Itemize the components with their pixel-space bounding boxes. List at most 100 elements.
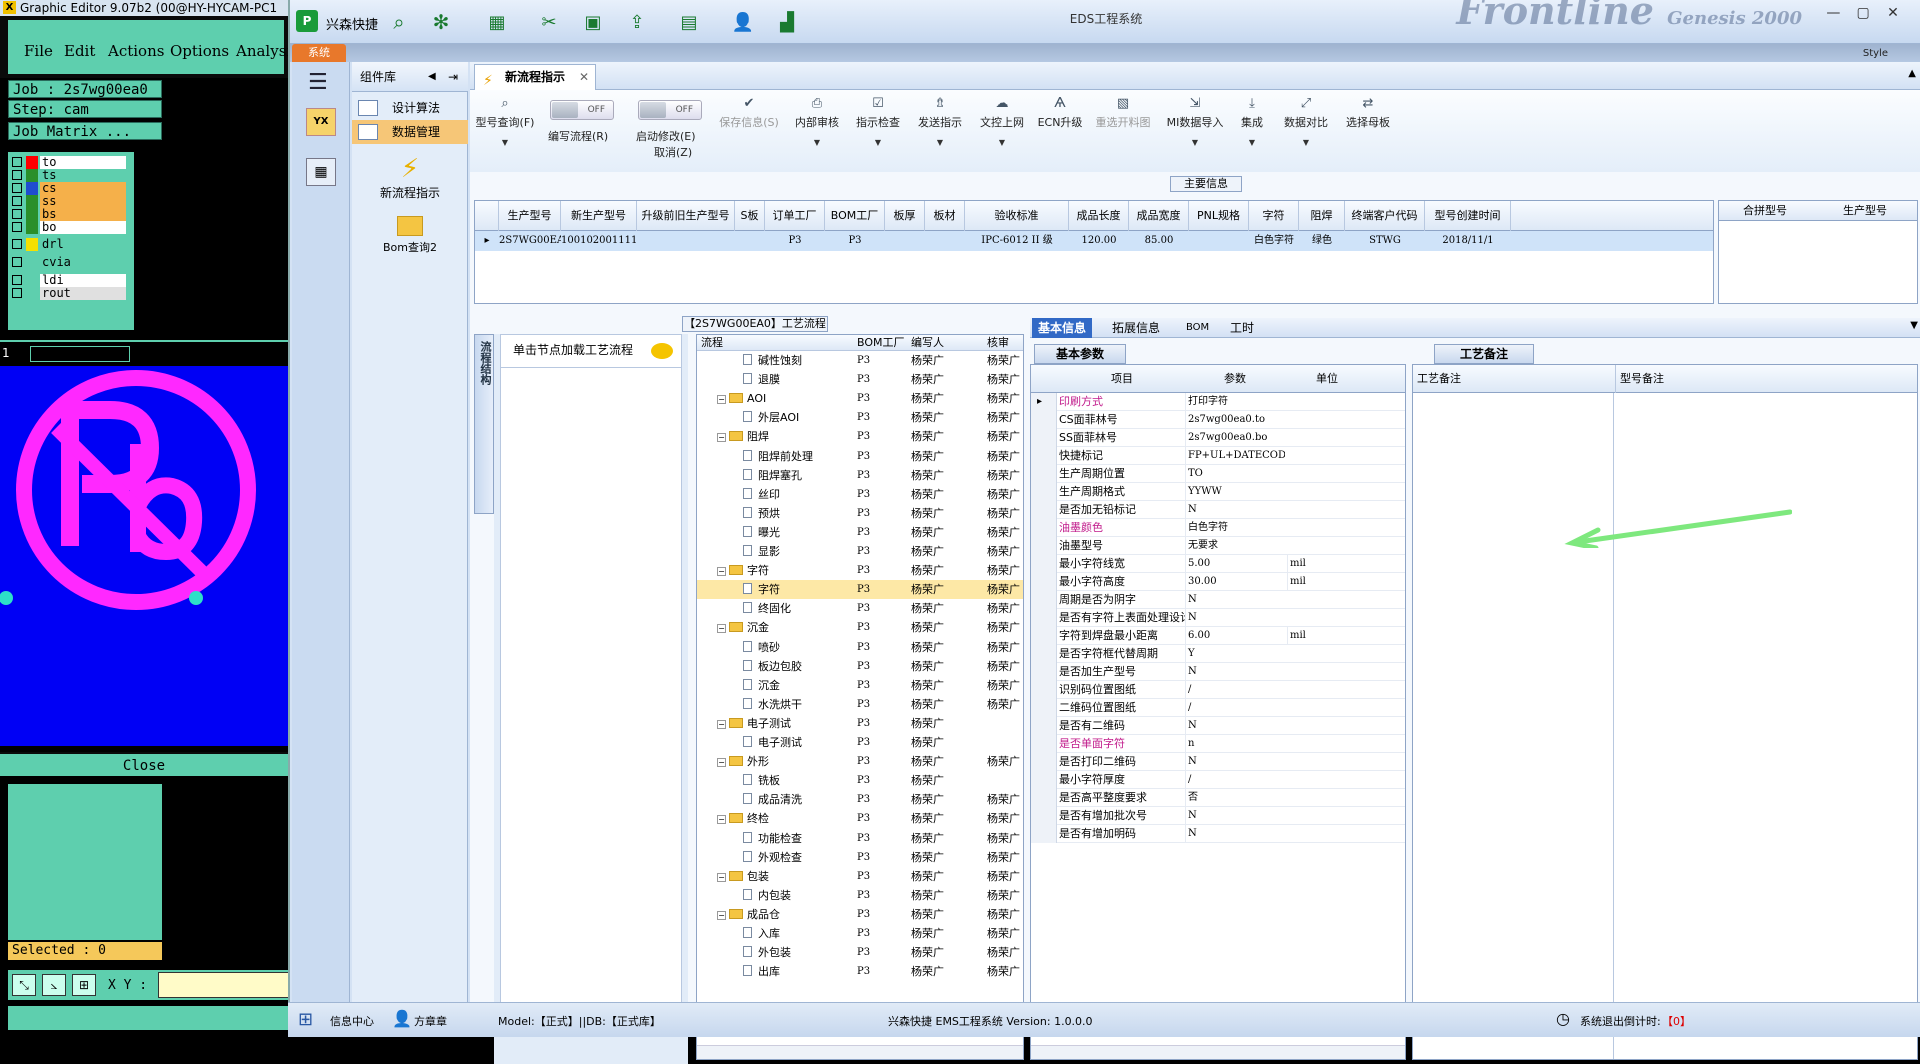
integrate-button[interactable]: ⤓ 集成 ▼ bbox=[1232, 96, 1272, 166]
param-value[interactable]: / bbox=[1185, 699, 1285, 717]
tree-node[interactable]: − 沉金 P3 杨荣广 杨荣广 bbox=[697, 618, 1023, 637]
main-grid-col-header[interactable]: PNL规格 bbox=[1189, 201, 1249, 231]
param-row[interactable]: 油墨型号 无要求 bbox=[1031, 537, 1405, 555]
main-grid-col-header[interactable]: 阻焊 bbox=[1299, 201, 1345, 231]
main-grid-col-header[interactable]: 新生产型号 bbox=[561, 201, 637, 231]
tree-node[interactable]: 曝光 P3 杨荣广 杨荣广 bbox=[697, 523, 1023, 542]
tree-node[interactable]: 显影 P3 杨荣广 杨荣广 bbox=[697, 542, 1023, 561]
xy-input[interactable] bbox=[158, 972, 290, 998]
param-value[interactable]: 2s7wg00ea0.bo bbox=[1185, 429, 1285, 447]
param-value[interactable]: TO bbox=[1185, 465, 1285, 483]
table-row[interactable]: ▸ 2S7WG00EA0100102001111277 P3P3 IPC-6012 I… bbox=[475, 231, 1713, 251]
job-matrix-button[interactable]: Job Matrix ... bbox=[8, 122, 162, 140]
param-row[interactable]: 是否单面字符 n bbox=[1031, 735, 1405, 753]
param-value[interactable]: 否 bbox=[1185, 789, 1285, 807]
tree-node[interactable]: 板边包胶 P3 杨荣广 杨荣广 bbox=[697, 657, 1023, 676]
param-value[interactable]: N bbox=[1185, 591, 1285, 609]
close-button[interactable]: Close bbox=[0, 752, 288, 776]
grid-icon[interactable]: ⊞ bbox=[72, 974, 96, 996]
param-value[interactable]: 白色字符 bbox=[1185, 519, 1285, 537]
param-value[interactable]: N bbox=[1185, 663, 1285, 681]
pin-icon[interactable]: ⇥ bbox=[448, 62, 458, 92]
save-info-button[interactable]: ✔ 保存信息(S) bbox=[714, 96, 784, 166]
process-structure-tab[interactable]: 流程结构 bbox=[474, 334, 494, 514]
minimize-icon[interactable]: — bbox=[1820, 4, 1846, 22]
main-grid-col-header[interactable]: 型号创建时间 bbox=[1425, 201, 1511, 231]
close-tab-icon[interactable]: ✕ bbox=[579, 65, 589, 89]
main-grid-col-header[interactable]: 板厚 bbox=[885, 201, 925, 231]
layer-checkbox[interactable] bbox=[12, 183, 22, 193]
param-row[interactable]: 是否有字符上表面处理设计 N bbox=[1031, 609, 1405, 627]
layer-row[interactable]: ldi bbox=[12, 274, 132, 288]
tree-node[interactable]: 外包装 P3 杨荣广 杨荣广 bbox=[697, 943, 1023, 962]
main-grid-cell[interactable]: STWG bbox=[1345, 231, 1425, 251]
param-row[interactable]: ▸ 印刷方式 打印字符 bbox=[1031, 393, 1405, 411]
check-button[interactable]: ☑ 指示检查 ▼ bbox=[850, 96, 906, 166]
collapse-icon[interactable]: − bbox=[717, 433, 726, 443]
tree-node[interactable]: 字符 P3 杨荣广 杨荣广 bbox=[697, 580, 1023, 600]
menu-options[interactable]: Options bbox=[170, 42, 229, 60]
main-grid-col-header[interactable]: 验收标准 bbox=[965, 201, 1069, 231]
select-mother-board-button[interactable]: ⇄ 选择母板 bbox=[1338, 96, 1398, 166]
param-value[interactable]: 5.00 bbox=[1185, 555, 1285, 573]
compare-button[interactable]: ⤢ 数据对比 ▼ bbox=[1278, 96, 1334, 166]
param-value[interactable]: N bbox=[1185, 807, 1285, 825]
param-value[interactable]: 无要求 bbox=[1185, 537, 1285, 555]
collapse-icon[interactable]: − bbox=[717, 758, 726, 768]
main-grid-cell[interactable] bbox=[925, 231, 965, 251]
collapse-icon[interactable]: − bbox=[717, 624, 726, 634]
collapse-icon[interactable]: − bbox=[717, 567, 726, 577]
main-grid-cell[interactable] bbox=[885, 231, 925, 251]
param-row[interactable]: 是否字符框代替周期 Y bbox=[1031, 645, 1405, 663]
tree-node[interactable]: 阻焊塞孔 P3 杨荣广 杨荣广 bbox=[697, 466, 1023, 485]
param-value[interactable]: 打印字符 bbox=[1185, 393, 1285, 411]
main-grid-col-header[interactable]: 板材 bbox=[925, 201, 965, 231]
param-value[interactable]: FP+UL+DATECODE bbox=[1185, 447, 1285, 465]
tab-bom[interactable]: BOM bbox=[1180, 318, 1215, 338]
main-grid-col-header[interactable]: BOM工厂 bbox=[825, 201, 885, 231]
graphic-canvas[interactable] bbox=[0, 366, 288, 746]
main-grid-cell[interactable]: 100102001111277 bbox=[561, 231, 637, 251]
layer-checkbox[interactable] bbox=[12, 170, 22, 180]
param-row[interactable]: 是否有二维码 N bbox=[1031, 717, 1405, 735]
ecn-upgrade-button[interactable]: Ѧ ECN升级 bbox=[1034, 96, 1086, 166]
main-grid-col-header[interactable]: S板 bbox=[735, 201, 765, 231]
calculator-icon[interactable]: ▦ bbox=[306, 158, 336, 186]
tree-node[interactable]: − 电子测试 P3 杨荣广 bbox=[697, 714, 1023, 733]
main-grid-cell[interactable]: 85.00 bbox=[1129, 231, 1189, 251]
main-grid-col-header[interactable]: 订单工厂 bbox=[765, 201, 825, 231]
menu-actions[interactable]: Actions bbox=[108, 42, 164, 60]
main-grid-cell[interactable]: 白色字符 bbox=[1249, 231, 1299, 251]
layer-checkbox[interactable] bbox=[12, 257, 22, 267]
publish-button[interactable]: ☁ 文控上网 ▼ bbox=[974, 96, 1030, 166]
tree-node[interactable]: 水洗烘干 P3 杨荣广 杨荣广 bbox=[697, 695, 1023, 714]
main-grid-cell[interactable]: 2S7WG00EA0 bbox=[499, 231, 561, 251]
cancel-label[interactable]: 取消(Z) bbox=[654, 144, 692, 160]
param-value[interactable]: 2s7wg00ea0.to bbox=[1185, 411, 1285, 429]
param-row[interactable]: CS面菲林号 2s7wg00ea0.to bbox=[1031, 411, 1405, 429]
yx-icon[interactable]: YX bbox=[306, 108, 336, 136]
layer-row[interactable]: ts bbox=[12, 169, 132, 183]
param-value[interactable]: N bbox=[1185, 609, 1285, 627]
param-row[interactable]: 周期是否为阴字 N bbox=[1031, 591, 1405, 609]
reselect-cut-button[interactable]: ▧ 重选开料图 bbox=[1090, 96, 1156, 166]
param-value[interactable]: N bbox=[1185, 501, 1285, 519]
tree-node[interactable]: − 字符 P3 杨荣广 杨荣广 bbox=[697, 561, 1023, 580]
model-query-button[interactable]: ⌕ 型号查询(F) ▼ bbox=[472, 96, 538, 166]
param-value[interactable]: N bbox=[1185, 753, 1285, 771]
param-row[interactable]: 最小字符线宽 5.00 mil bbox=[1031, 555, 1405, 573]
tab-new-flow[interactable]: ⚡ 新流程指示 ✕ bbox=[474, 64, 596, 90]
chevron-down-icon[interactable]: ▼ bbox=[1910, 320, 1918, 331]
main-grid-col-header[interactable]: 生产型号 bbox=[499, 201, 561, 231]
layer-row[interactable]: drl bbox=[12, 238, 132, 252]
layer-checkbox[interactable] bbox=[12, 157, 22, 167]
param-row[interactable]: 是否有增加明码 N bbox=[1031, 825, 1405, 843]
param-row[interactable]: 生产周期位置 TO bbox=[1031, 465, 1405, 483]
tree-node[interactable]: − 成品仓 P3 杨荣广 杨荣广 bbox=[697, 905, 1023, 924]
param-value[interactable]: n bbox=[1185, 735, 1285, 753]
param-row[interactable]: 最小字符高度 30.00 mil bbox=[1031, 573, 1405, 591]
layer-row[interactable]: bo bbox=[12, 221, 132, 235]
system-tab[interactable]: 系统 bbox=[292, 44, 346, 62]
send-button[interactable]: ⇯ 发送指示 ▼ bbox=[912, 96, 968, 166]
main-grid-cell[interactable]: 绿色 bbox=[1299, 231, 1345, 251]
